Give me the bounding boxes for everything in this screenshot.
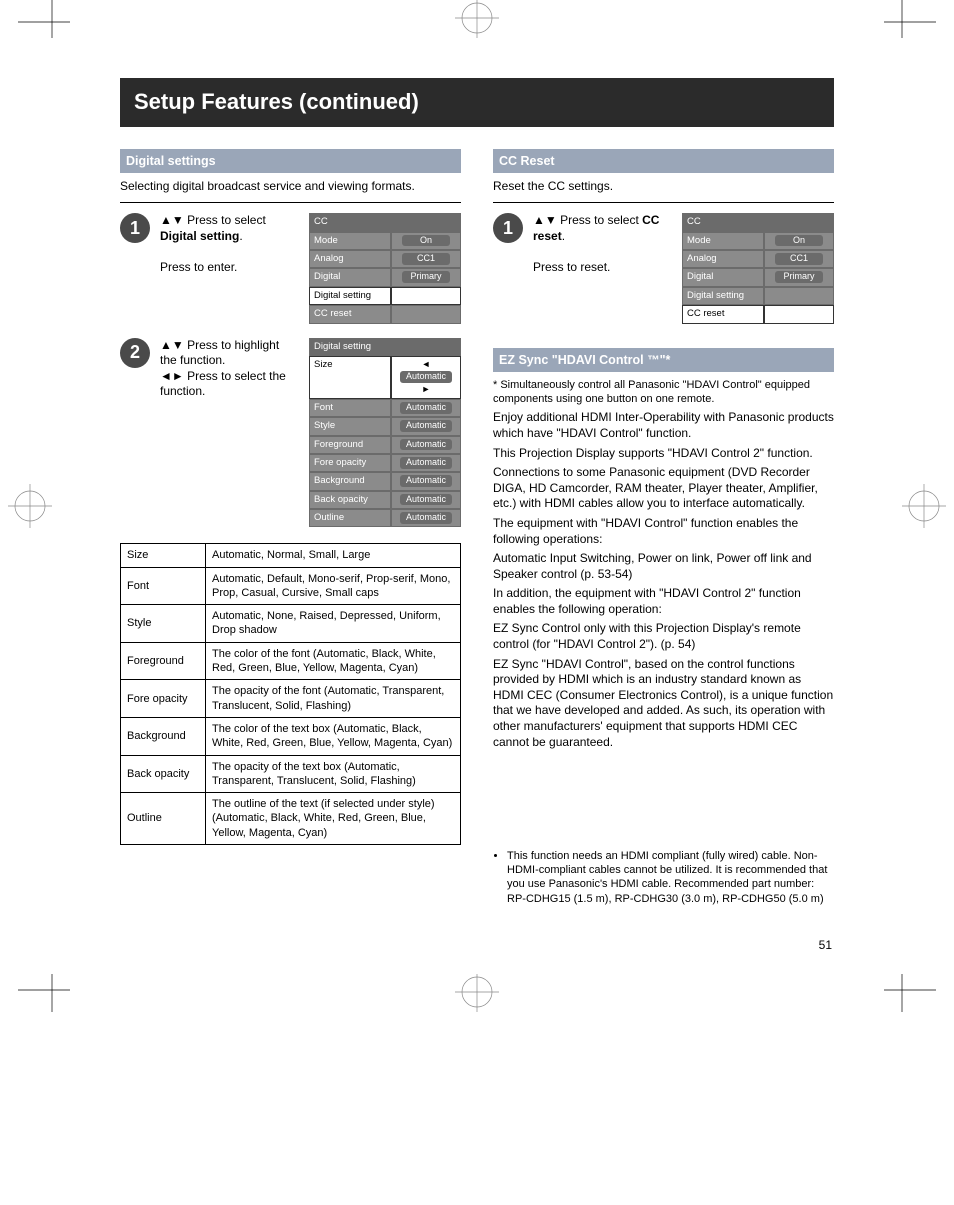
osd-row: OutlineAutomatic (309, 509, 461, 527)
ez-p2: This Projection Display supports "HDAVI … (493, 446, 834, 462)
osd-digital-setting-menu: Digital setting Size◄Automatic►FontAutom… (309, 338, 461, 528)
crop-mark-left (8, 484, 52, 528)
page-title: Setup Features (continued) (120, 78, 834, 127)
divider (493, 202, 834, 203)
divider (120, 202, 461, 203)
ez-p4: The equipment with "HDAVI Control" funct… (493, 516, 834, 547)
osd-row: AnalogCC1 (682, 250, 834, 268)
osd-title-2: Digital setting (309, 338, 461, 356)
osd-cc-menu: CC ModeOnAnalogCC1DigitalPrimaryDigital … (309, 213, 461, 323)
note-hdmi-cable: This function needs an HDMI compliant (f… (507, 849, 834, 906)
ez-p1: Enjoy additional HDMI Inter-Operability … (493, 410, 834, 441)
ez-note1-hidden: • Please consult your local Panasonic de… (493, 754, 834, 816)
cc-step1-post: . (562, 229, 565, 243)
left-column: Digital settings Selecting digital broad… (120, 149, 461, 910)
osd-row: DigitalPrimary (682, 268, 834, 286)
osd-row: CC reset (682, 305, 834, 323)
ez-p7: EZ Sync Control only with this Projectio… (493, 621, 834, 652)
osd-row: Digital setting (309, 287, 461, 305)
page-number: 51 (120, 938, 834, 954)
step-number-1-right: 1 (493, 213, 523, 243)
osd-title-right: CC (682, 213, 834, 231)
digital-intro: Selecting digital broadcast service and … (120, 179, 461, 195)
step-number-1: 1 (120, 213, 150, 243)
digital-spec-table: SizeAutomatic, Normal, Small, LargeFontA… (120, 543, 461, 845)
step-2-text: ▲▼ Press to highlight the function. ◄► P… (160, 338, 299, 400)
osd-row: Size◄Automatic► (309, 356, 461, 399)
ccreset-intro: Reset the CC settings. (493, 179, 834, 195)
osd-row: Fore opacityAutomatic (309, 454, 461, 472)
crop-marks-bottom (0, 974, 954, 1012)
table-row: StyleAutomatic, None, Raised, Depressed,… (121, 605, 461, 643)
step1-bold: Digital setting (160, 229, 239, 243)
table-row: OutlineThe outline of the text (if selec… (121, 793, 461, 845)
osd-row: CC reset (309, 305, 461, 323)
table-row: Back opacityThe opacity of the text box … (121, 755, 461, 793)
osd-cc-menu-right: CC ModeOnAnalogCC1DigitalPrimaryDigital … (682, 213, 834, 323)
section-heading-digital: Digital settings (120, 149, 461, 173)
table-row: Fore opacityThe opacity of the font (Aut… (121, 680, 461, 718)
arrows-up-down-icon: ▲▼ (160, 213, 184, 227)
osd-row: DigitalPrimary (309, 268, 461, 286)
ez-p6: In addition, the equipment with "HDAVI C… (493, 586, 834, 617)
crop-mark-right (902, 484, 946, 528)
arrows-up-down-icon: ▲▼ (160, 338, 184, 352)
osd-row: Back opacityAutomatic (309, 491, 461, 509)
step-1-right-text: ▲▼ Press to select CC reset. Press to re… (533, 213, 672, 275)
arrows-up-down-icon: ▲▼ (533, 213, 557, 227)
ez-footnote: * Simultaneously control all Panasonic "… (493, 378, 834, 407)
step-1-text: ▲▼ Press to select Digital setting. Pres… (160, 213, 299, 275)
osd-row: ModeOn (309, 232, 461, 250)
osd-title: CC (309, 213, 461, 231)
osd-row: BackgroundAutomatic (309, 472, 461, 490)
table-row: BackgroundThe color of the text box (Aut… (121, 717, 461, 755)
note-title: Note: (493, 828, 521, 840)
table-row: ForegroundThe color of the font (Automat… (121, 642, 461, 680)
right-column: CC Reset Reset the CC settings. CC ModeO… (493, 149, 834, 910)
ez-p5: Automatic Input Switching, Power on link… (493, 551, 834, 582)
osd-row: StyleAutomatic (309, 417, 461, 435)
crop-marks-top (0, 0, 954, 38)
cc-step1-pre: Press to select (560, 213, 642, 227)
cc-step1-ok: Press to reset. (533, 260, 610, 274)
osd-row: ForegroundAutomatic (309, 436, 461, 454)
osd-row: Digital setting (682, 287, 834, 305)
osd-row: AnalogCC1 (309, 250, 461, 268)
section-heading-ccreset: CC Reset (493, 149, 834, 173)
osd-row: FontAutomatic (309, 399, 461, 417)
osd-row: ModeOn (682, 232, 834, 250)
step1-post: . (239, 229, 242, 243)
step1-ok: Press to enter. (160, 260, 237, 274)
table-row: SizeAutomatic, Normal, Small, Large (121, 544, 461, 567)
ez-p8: EZ Sync "HDAVI Control", based on the co… (493, 657, 834, 751)
step1-pre: Press to select (187, 213, 266, 227)
table-row: FontAutomatic, Default, Mono-serif, Prop… (121, 567, 461, 605)
step-number-2: 2 (120, 338, 150, 368)
section-heading-ezsync: EZ Sync "HDAVI Control ™"* (493, 348, 834, 372)
ez-p3: Connections to some Panasonic equipment … (493, 465, 834, 512)
arrows-left-right-icon: ◄► (160, 369, 184, 383)
